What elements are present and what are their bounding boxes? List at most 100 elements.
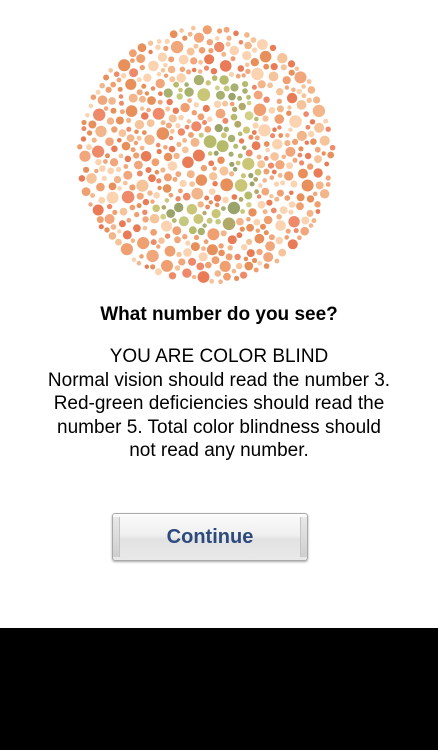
plate-dot xyxy=(190,57,198,65)
plate-dot xyxy=(148,60,159,72)
plate-dot xyxy=(244,111,254,121)
plate-dot xyxy=(319,135,330,146)
plate-dot xyxy=(284,85,290,90)
plate-dot xyxy=(182,268,192,278)
plate-dot xyxy=(298,168,308,179)
plate-dot xyxy=(158,91,163,96)
plate-dot xyxy=(129,68,139,78)
plate-dot xyxy=(297,235,302,240)
plate-dot xyxy=(147,96,156,105)
plate-dot xyxy=(178,216,189,227)
plate-dot xyxy=(227,134,236,143)
plate-dot xyxy=(197,69,203,74)
plate-dot xyxy=(217,156,225,164)
plate-dot xyxy=(136,77,142,83)
plate-dot xyxy=(85,113,90,118)
plate-dot xyxy=(265,241,275,252)
plate-dot xyxy=(150,264,156,270)
plate-dot xyxy=(118,59,131,72)
plate-dot xyxy=(214,41,225,53)
plate-dot xyxy=(270,152,279,161)
plate-dot xyxy=(165,106,171,112)
plate-dot xyxy=(229,101,235,107)
plate-dot xyxy=(163,173,172,182)
plate-dot xyxy=(254,233,265,244)
plate-dot xyxy=(244,32,250,38)
plate-dot xyxy=(105,153,110,159)
plate-dot xyxy=(304,152,312,160)
plate-dot xyxy=(251,67,264,81)
plate-dot xyxy=(180,102,190,113)
plate-dot xyxy=(176,73,186,83)
plate-dot xyxy=(229,171,235,177)
continue-button[interactable]: Continue xyxy=(112,513,308,561)
plate-dot xyxy=(252,122,259,129)
plate-dot xyxy=(231,268,237,274)
plate-dot xyxy=(176,141,182,147)
plate-dot xyxy=(98,224,104,230)
plate-dot xyxy=(253,218,261,226)
plate-dot xyxy=(121,141,131,151)
plate-dot xyxy=(262,209,268,215)
plate-dot xyxy=(128,93,138,103)
plate-dot xyxy=(81,119,87,126)
plate-dot xyxy=(144,264,149,269)
ishihara-plate-image xyxy=(77,25,336,285)
plate-dot xyxy=(157,185,162,191)
plate-dot xyxy=(204,54,215,65)
plate-dot xyxy=(240,271,248,279)
plate-dot xyxy=(198,47,206,54)
plate-dot xyxy=(250,37,257,43)
plate-dot xyxy=(267,162,275,169)
plate-dot xyxy=(222,217,236,231)
plate-dot xyxy=(101,175,107,181)
plate-dot xyxy=(141,130,147,135)
plate-dot xyxy=(197,88,211,102)
plate-dot xyxy=(178,114,184,121)
plate-dot xyxy=(309,119,316,125)
plate-dot xyxy=(212,166,217,171)
plate-dot xyxy=(125,78,137,90)
plate-dot xyxy=(134,119,145,130)
plate-dot xyxy=(77,144,83,150)
plate-dot xyxy=(92,204,104,216)
result-text: YOU ARE COLOR BLIND Normal vision should… xyxy=(20,345,418,463)
plate-dot xyxy=(222,100,229,107)
plate-dot xyxy=(149,213,160,224)
plate-dot xyxy=(220,178,234,192)
plate-dot xyxy=(206,244,218,256)
plate-dot xyxy=(305,124,311,130)
plate-dot xyxy=(184,87,194,97)
plate-dot xyxy=(277,53,288,64)
plate-dot xyxy=(237,95,243,101)
plate-dot xyxy=(227,235,237,245)
plate-dot xyxy=(319,189,330,199)
plate-dot xyxy=(246,238,253,245)
plate-dot xyxy=(288,127,293,132)
plate-dot xyxy=(245,149,253,157)
plate-dot xyxy=(111,145,118,153)
plate-dot xyxy=(244,62,250,68)
plate-dot xyxy=(110,81,117,88)
plate-dot xyxy=(119,100,124,106)
plate-dot xyxy=(183,248,192,257)
plate-dot xyxy=(275,160,285,170)
plate-dot xyxy=(191,67,197,73)
plate-dot xyxy=(315,181,324,190)
plate-dot xyxy=(161,220,172,232)
plate-dot xyxy=(169,76,176,83)
plate-dot xyxy=(241,73,246,78)
plate-dot xyxy=(198,59,203,65)
plate-dot xyxy=(157,99,163,105)
plate-dot xyxy=(258,183,263,188)
plate-dot xyxy=(238,102,246,111)
plate-dot xyxy=(187,31,193,37)
plate-dot xyxy=(123,170,133,180)
plate-dot xyxy=(133,224,141,233)
plate-dot xyxy=(160,120,166,126)
plate-dot xyxy=(276,88,284,96)
plate-dot xyxy=(274,258,280,264)
plate-dot xyxy=(163,63,168,68)
plate-dot xyxy=(204,195,210,201)
plate-dot xyxy=(257,39,268,50)
